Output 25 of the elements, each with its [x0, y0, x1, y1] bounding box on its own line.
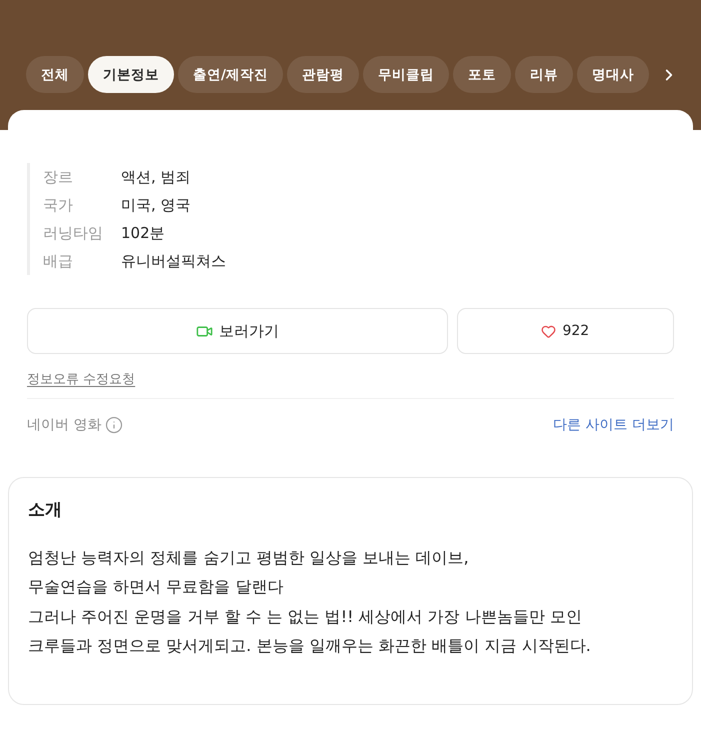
category-tab[interactable]: 무비클립: [362, 56, 449, 93]
intro-text: 엄청난 능력자의 정체를 숨기고 평범한 일상을 보내는 데이브, 무술연습을 하면서 무료함을 달랜다 그러나 주어진 운명을 거부 할 수 는 없는 법!! 세상에서 가장 나쁜놈들만 모인 크루들과 정면으로 맞서게되고. 본능을 일깨우는 화끈한 배틀이 지금 시작된다.: [28, 547, 592, 658]
category-tab[interactable]: 출연/제작진: [178, 56, 283, 93]
info-label: 배급: [43, 251, 74, 272]
more-sites-link[interactable]: 다른 사이트 더보기: [553, 416, 674, 434]
category-tab[interactable]: 리뷰: [514, 56, 573, 93]
source-label: 네이버 영화: [27, 416, 102, 434]
like-button[interactable]: 922: [456, 308, 674, 354]
info-label: 러닝타임: [43, 223, 104, 244]
category-tab[interactable]: 명대사: [576, 56, 649, 93]
info-label: 국가: [43, 195, 74, 216]
category-tab[interactable]: 관람평: [286, 56, 359, 93]
info-label: 장르: [43, 167, 74, 188]
info-value: 102분: [121, 223, 166, 244]
category-tab[interactable]: 기본정보: [88, 56, 174, 93]
intro-title: 소개: [28, 499, 63, 522]
info-value: 미국, 영국: [121, 195, 192, 216]
report-error-link[interactable]: 정보오류 수정요청: [27, 370, 136, 388]
info-icon[interactable]: [105, 416, 124, 434]
heart-icon: [541, 324, 556, 338]
info-value: 유니버설픽쳐스: [121, 251, 227, 272]
watch-button[interactable]: 보러가기: [27, 308, 448, 354]
info-value: 액션, 범죄: [121, 167, 192, 188]
category-tab[interactable]: 전체: [26, 56, 84, 93]
category-tab[interactable]: 포토: [452, 56, 511, 93]
